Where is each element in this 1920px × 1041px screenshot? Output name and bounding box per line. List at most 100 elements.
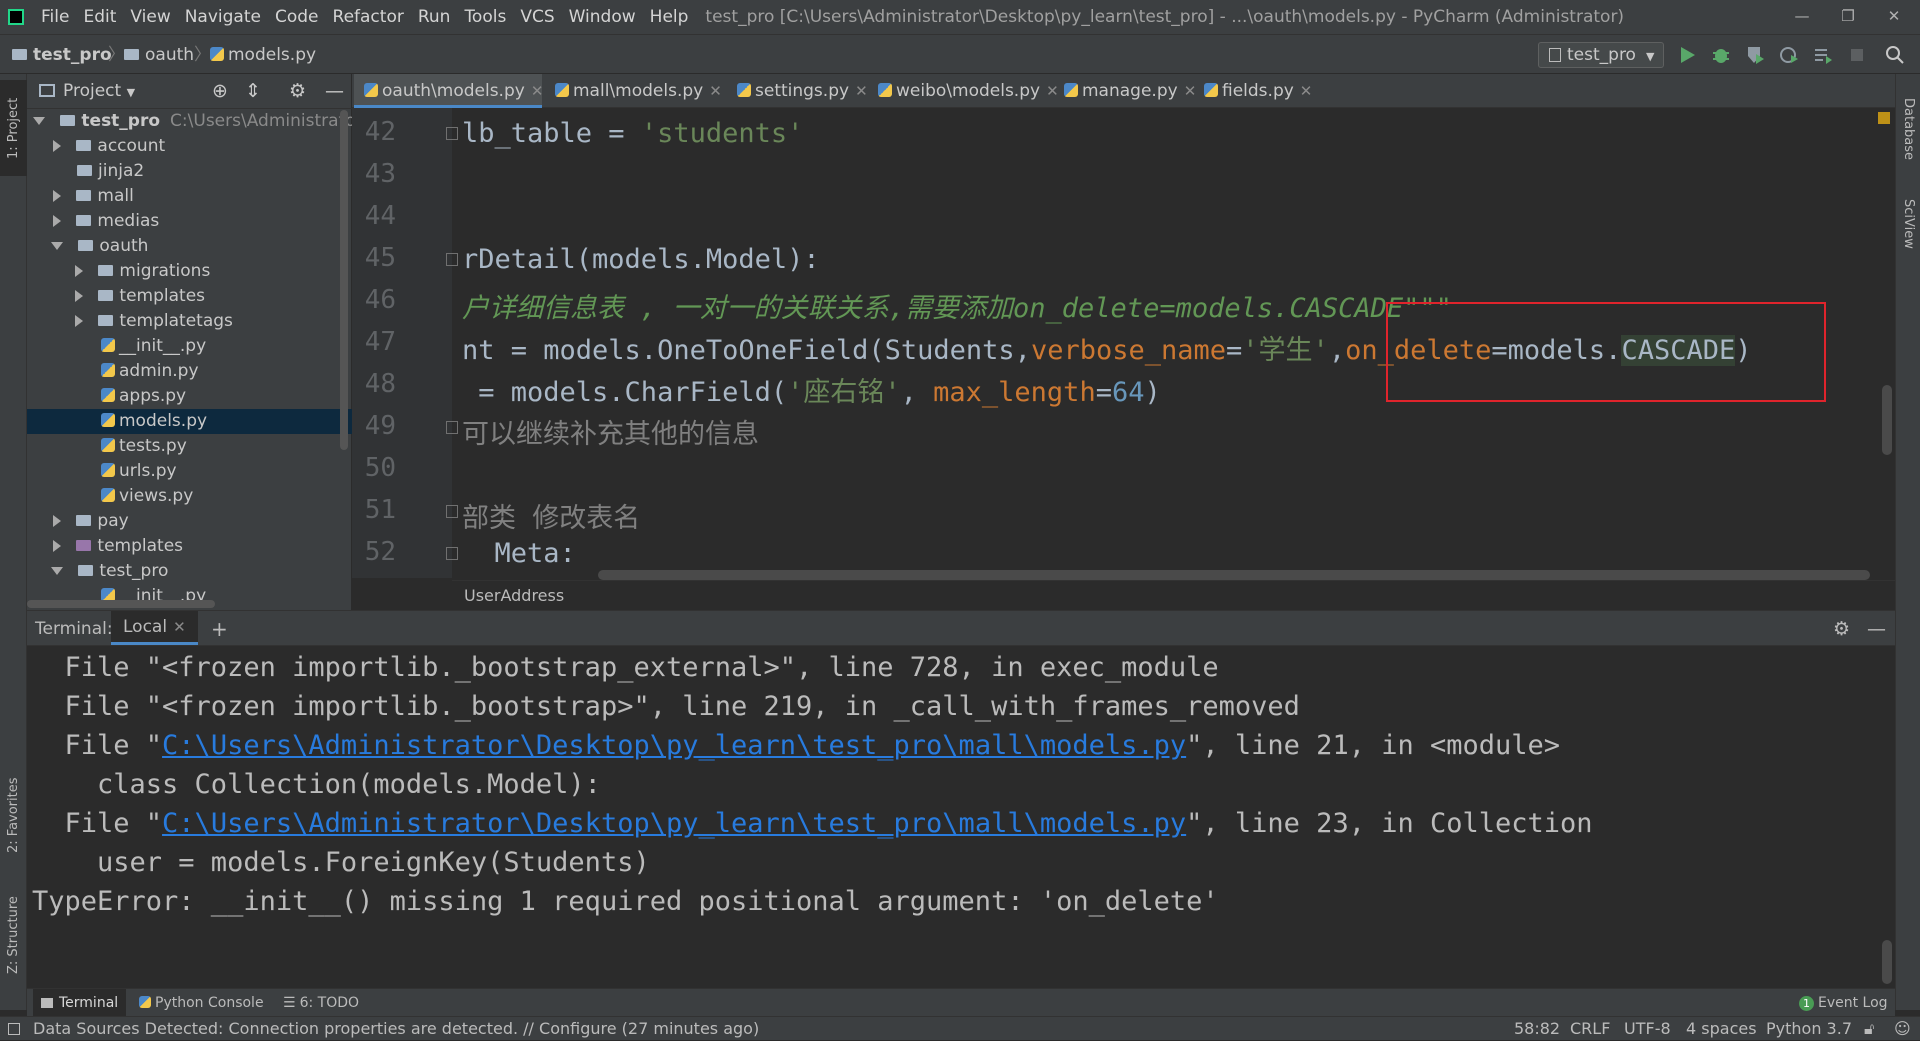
project-vscrollbar[interactable]: [340, 110, 348, 450]
event-log-tool-button[interactable]: 1 Event Log: [1799, 989, 1888, 1017]
todo-tool-button[interactable]: ☰ 6: TODO: [283, 989, 359, 1017]
tab-fields[interactable]: fields.py ✕: [1194, 74, 1324, 108]
close-window-icon[interactable]: ✕: [1872, 0, 1916, 34]
caret-position[interactable]: 58:82: [1514, 1017, 1560, 1041]
menu-help[interactable]: Help: [643, 0, 696, 34]
tree-item-templates[interactable]: templates: [27, 284, 352, 309]
tree-item-views-py[interactable]: views.py: [27, 484, 352, 509]
status-message[interactable]: Data Sources Detected: Connection proper…: [33, 1017, 759, 1041]
run-with-coverage-icon[interactable]: [1744, 44, 1766, 66]
hide-panel-icon[interactable]: —: [325, 74, 344, 108]
project-tool-tab[interactable]: 1: Project: [0, 80, 27, 176]
editor-breadcrumb[interactable]: UserAddress: [452, 580, 1895, 610]
inspector-icon[interactable]: ☺︎: [1894, 1017, 1911, 1041]
menu-tools[interactable]: Tools: [457, 0, 513, 34]
collapse-all-icon[interactable]: ⇕: [245, 74, 261, 108]
line-separator[interactable]: CRLF: [1570, 1017, 1610, 1041]
indent-setting[interactable]: 4 spaces: [1686, 1017, 1757, 1041]
breadcrumb-oauth[interactable]: oauth: [124, 35, 194, 75]
terminal-file-link[interactable]: C:\Users\Administrator\Desktop\py_learn\…: [162, 808, 1186, 839]
favorites-tool-tab[interactable]: 2: Favorites: [0, 760, 27, 870]
menu-file[interactable]: File: [34, 0, 76, 34]
code-comment: 部类 修改表名: [462, 503, 641, 534]
tree-item-label: admin.py: [119, 361, 199, 381]
search-icon[interactable]: [1884, 44, 1906, 66]
tree-item-models-py[interactable]: models.py: [27, 409, 352, 434]
terminal-file-link[interactable]: C:\Users\Administrator\Desktop\py_learn\…: [162, 730, 1186, 761]
tree-item-templatetags[interactable]: templatetags: [27, 309, 352, 334]
tree-item-medias[interactable]: medias: [27, 209, 352, 234]
database-tool-tab[interactable]: Database: [1896, 84, 1920, 174]
close-tab-icon[interactable]: ✕: [1300, 82, 1313, 100]
tree-item-jinja2[interactable]: jinja2: [27, 159, 352, 184]
run-configuration-select[interactable]: test_pro ▼: [1538, 42, 1664, 68]
gear-icon[interactable]: ⚙: [1833, 611, 1850, 647]
tree-item-templates-root[interactable]: templates: [27, 534, 352, 559]
tab-manage[interactable]: manage.py ✕: [1054, 74, 1204, 108]
concurrency-icon[interactable]: [1812, 44, 1834, 66]
fold-marker-icon[interactable]: [446, 253, 458, 266]
python-interpreter[interactable]: Python 3.7: [1766, 1017, 1852, 1041]
terminal-tool-button[interactable]: Terminal: [33, 989, 127, 1017]
fold-marker-icon[interactable]: [446, 421, 458, 434]
run-icon[interactable]: [1676, 44, 1698, 66]
locate-icon[interactable]: ⊕: [212, 74, 228, 108]
tab-settings[interactable]: settings.py ✕: [727, 74, 875, 108]
file-encoding[interactable]: UTF-8: [1624, 1017, 1671, 1041]
code-token: ,: [1328, 335, 1346, 366]
breadcrumb-project[interactable]: test_pro: [12, 35, 112, 75]
tree-item-migrations[interactable]: migrations: [27, 259, 352, 284]
close-tab-icon[interactable]: ✕: [855, 82, 868, 100]
tree-item-test-pro[interactable]: test_pro: [27, 559, 352, 584]
tab-oauth-models[interactable]: oauth\models.py ✕: [354, 74, 544, 108]
fold-marker-icon[interactable]: [446, 547, 458, 560]
tree-item-admin-py[interactable]: admin.py: [27, 359, 352, 384]
project-hscrollbar[interactable]: [27, 600, 215, 608]
menu-view[interactable]: View: [123, 0, 177, 34]
editor-hscrollbar[interactable]: [598, 570, 1870, 580]
stop-icon[interactable]: [1846, 44, 1868, 66]
tree-item-apps-py[interactable]: apps.py: [27, 384, 352, 409]
fold-marker-icon[interactable]: [446, 127, 458, 140]
terminal-text: ", line 23, in Collection: [1186, 808, 1593, 839]
tree-root[interactable]: test_pro C:\Users\Administrator\Desktop\p…: [27, 109, 352, 134]
debug-icon[interactable]: [1710, 44, 1732, 66]
inspection-warning-icon[interactable]: [1878, 112, 1890, 124]
menu-navigate[interactable]: Navigate: [178, 0, 268, 34]
tree-item-tests-py[interactable]: tests.py: [27, 434, 352, 459]
tab-weibo-models[interactable]: weibo\models.py ✕: [868, 74, 1064, 108]
gear-icon[interactable]: ⚙: [289, 74, 306, 108]
tree-item-pay[interactable]: pay: [27, 509, 352, 534]
menu-edit[interactable]: Edit: [76, 0, 123, 34]
terminal-vscrollbar[interactable]: [1882, 940, 1892, 984]
project-view-select[interactable]: Project ▼: [63, 74, 135, 110]
hide-panel-icon[interactable]: —: [1867, 611, 1886, 647]
new-terminal-tab-icon[interactable]: +: [211, 611, 228, 647]
structure-tool-tab[interactable]: Z: Structure: [0, 880, 27, 990]
close-tab-icon[interactable]: ✕: [531, 82, 544, 100]
menu-run[interactable]: Run: [411, 0, 458, 34]
menu-refactor[interactable]: Refactor: [326, 0, 411, 34]
tree-item-oauth[interactable]: oauth: [27, 234, 352, 259]
close-tab-icon[interactable]: ✕: [173, 618, 186, 636]
fold-marker-icon[interactable]: [446, 505, 458, 518]
breadcrumb-file[interactable]: models.py: [210, 35, 316, 75]
minimize-icon[interactable]: —: [1780, 0, 1824, 34]
editor-vscrollbar[interactable]: [1882, 385, 1892, 455]
maximize-icon[interactable]: ❐: [1826, 0, 1870, 34]
tab-mall-models[interactable]: mall\models.py ✕: [545, 74, 737, 108]
tree-item-mall[interactable]: mall: [27, 184, 352, 209]
menu-window[interactable]: Window: [562, 0, 643, 34]
terminal-tab-local[interactable]: Local ✕: [111, 611, 198, 645]
toggle-tool-windows-icon[interactable]: [8, 1023, 20, 1035]
lock-icon[interactable]: 🔓︎: [1864, 1017, 1874, 1041]
menu-vcs[interactable]: VCS: [513, 0, 561, 34]
sciview-tool-tab[interactable]: SciView: [1896, 184, 1920, 264]
python-console-tool-button[interactable]: Python Console: [139, 989, 264, 1017]
tree-item-init-py[interactable]: __init__.py: [27, 334, 352, 359]
profile-icon[interactable]: [1778, 44, 1800, 66]
tree-item-urls-py[interactable]: urls.py: [27, 459, 352, 484]
tree-item-account[interactable]: account: [27, 134, 352, 159]
menu-code[interactable]: Code: [268, 0, 326, 34]
close-tab-icon[interactable]: ✕: [709, 82, 722, 100]
